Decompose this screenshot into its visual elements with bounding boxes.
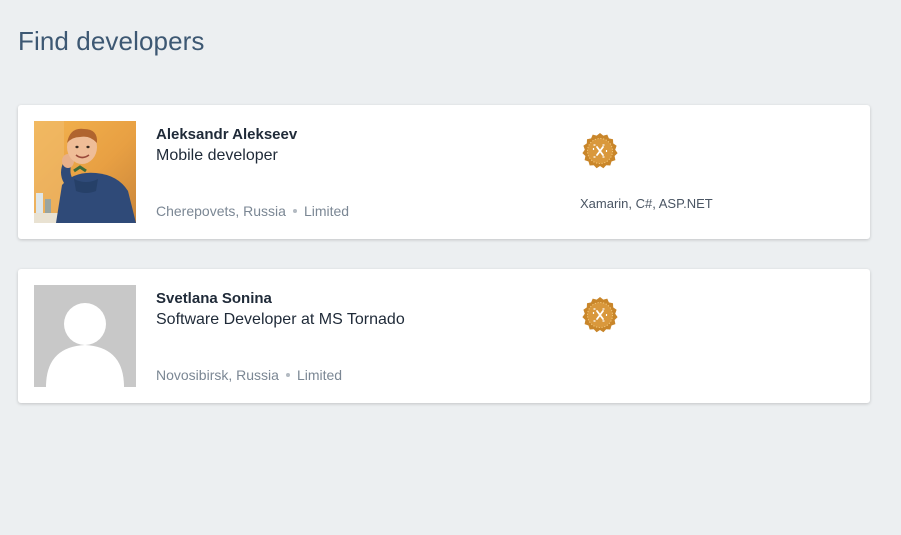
developer-card[interactable]: Svetlana Sonina Software Developer at MS… bbox=[18, 269, 870, 403]
separator-dot bbox=[292, 209, 297, 214]
developer-meta: Cherepovets, Russia Limited bbox=[156, 203, 349, 219]
developer-availability: Limited bbox=[303, 203, 350, 219]
developer-role: Software Developer at MS Tornado bbox=[156, 311, 405, 328]
separator-dot bbox=[285, 373, 290, 378]
page: Find developers Aleksandr Alekseev Mobil… bbox=[0, 0, 901, 535]
page-title: Find developers bbox=[18, 26, 205, 56]
developer-meta: Novosibirsk, Russia Limited bbox=[156, 367, 342, 383]
xamarin-certified-badge-icon bbox=[581, 132, 619, 170]
xamarin-certified-badge-icon bbox=[581, 296, 619, 334]
developer-location: Cherepovets, Russia bbox=[156, 203, 286, 219]
avatar[interactable] bbox=[34, 121, 136, 223]
developer-location: Novosibirsk, Russia bbox=[156, 367, 279, 383]
developer-skills: Xamarin, C#, ASP.NET bbox=[580, 196, 713, 211]
developer-name[interactable]: Svetlana Sonina bbox=[156, 290, 272, 307]
developer-role: Mobile developer bbox=[156, 147, 278, 164]
user-photo bbox=[34, 121, 136, 223]
developer-card[interactable]: Aleksandr Alekseev Mobile developer Cher… bbox=[18, 105, 870, 239]
developer-name[interactable]: Aleksandr Alekseev bbox=[156, 126, 297, 143]
developer-availability: Limited bbox=[296, 367, 343, 383]
default-avatar-placeholder bbox=[34, 285, 136, 387]
avatar[interactable] bbox=[34, 285, 136, 387]
